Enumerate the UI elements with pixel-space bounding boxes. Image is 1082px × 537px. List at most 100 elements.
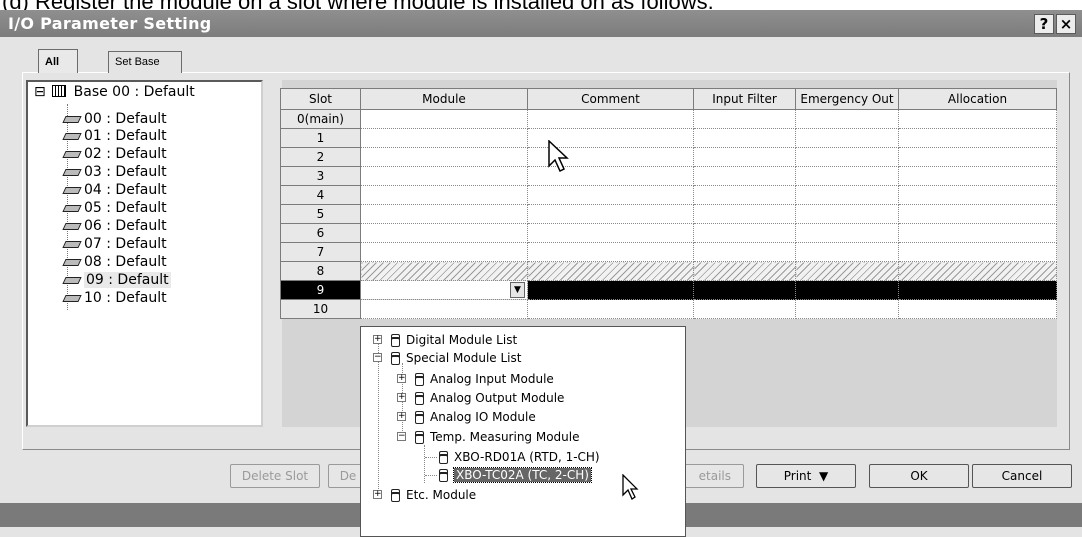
input-filter-cell[interactable] bbox=[693, 166, 796, 186]
column-header-emergency-out[interactable]: Emergency Out bbox=[795, 88, 899, 110]
emergency-out-cell[interactable] bbox=[795, 128, 899, 148]
allocation-cell[interactable] bbox=[898, 185, 1057, 205]
emergency-out-cell[interactable] bbox=[795, 299, 899, 319]
input-filter-cell[interactable] bbox=[693, 204, 796, 224]
tree-item-slot-03[interactable]: 03 : Default bbox=[62, 164, 167, 181]
cancel-button[interactable]: Cancel bbox=[972, 464, 1072, 488]
allocation-cell[interactable] bbox=[898, 166, 1057, 186]
comment-cell[interactable] bbox=[527, 242, 694, 262]
comment-cell[interactable] bbox=[527, 185, 694, 205]
tree-item-slot-07[interactable]: 07 : Default bbox=[62, 236, 167, 253]
allocation-cell[interactable] bbox=[898, 223, 1057, 243]
module-dropdown-list[interactable]: + Digital Module List − Special Module L… bbox=[360, 326, 686, 537]
input-filter-cell[interactable] bbox=[693, 242, 796, 262]
chevron-down-icon[interactable]: ▼ bbox=[510, 282, 525, 298]
collapse-icon[interactable]: ⊟ bbox=[34, 84, 46, 100]
allocation-cell[interactable] bbox=[898, 147, 1057, 167]
print-button[interactable]: Print ▼ bbox=[756, 464, 856, 488]
comment-cell[interactable] bbox=[527, 299, 694, 319]
column-header-slot[interactable]: Slot bbox=[280, 88, 361, 110]
expand-icon[interactable]: + bbox=[373, 490, 382, 499]
collapse-icon[interactable]: − bbox=[397, 432, 406, 441]
table-row[interactable]: 6 bbox=[280, 223, 1057, 243]
delete-slot-button[interactable]: Delete Slot bbox=[230, 464, 320, 488]
list-item-xbo-rd01a[interactable]: XBO-RD01A (RTD, 1-CH) bbox=[439, 448, 600, 466]
emergency-out-cell[interactable] bbox=[795, 242, 899, 262]
emergency-out-cell[interactable] bbox=[795, 166, 899, 186]
table-row[interactable]: 5 bbox=[280, 204, 1057, 224]
expand-icon[interactable]: + bbox=[397, 412, 406, 421]
allocation-cell[interactable] bbox=[898, 109, 1057, 129]
emergency-out-cell[interactable] bbox=[795, 185, 899, 205]
module-cell[interactable] bbox=[360, 242, 528, 262]
expand-icon[interactable]: + bbox=[373, 335, 382, 344]
emergency-out-cell[interactable] bbox=[795, 109, 899, 129]
allocation-cell[interactable] bbox=[898, 280, 1057, 300]
input-filter-cell[interactable] bbox=[693, 128, 796, 148]
list-item-special-module-list[interactable]: − Special Module List bbox=[373, 349, 521, 367]
table-row[interactable]: 10 bbox=[280, 299, 1057, 319]
module-cell[interactable] bbox=[360, 185, 528, 205]
emergency-out-cell[interactable] bbox=[795, 204, 899, 224]
expand-icon[interactable]: + bbox=[397, 393, 406, 402]
emergency-out-cell[interactable] bbox=[795, 223, 899, 243]
tab-all-base[interactable]: All Base bbox=[38, 49, 79, 92]
tree-item-slot-02[interactable]: 02 : Default bbox=[62, 146, 167, 163]
list-item-temp-measuring-module[interactable]: − Temp. Measuring Module bbox=[397, 428, 580, 446]
tree-item-slot-09[interactable]: 09 : Default bbox=[62, 272, 171, 289]
module-cell[interactable] bbox=[360, 299, 528, 319]
tree-item-slot-05[interactable]: 05 : Default bbox=[62, 200, 167, 217]
allocation-cell[interactable] bbox=[898, 204, 1057, 224]
allocation-cell[interactable] bbox=[898, 242, 1057, 262]
module-cell[interactable] bbox=[360, 109, 528, 129]
list-item-analog-input-module[interactable]: + Analog Input Module bbox=[397, 370, 554, 388]
input-filter-cell[interactable] bbox=[693, 280, 796, 300]
expand-icon[interactable]: + bbox=[397, 374, 406, 383]
input-filter-cell[interactable] bbox=[693, 299, 796, 319]
tree-item-slot-01[interactable]: 01 : Default bbox=[62, 128, 167, 145]
module-cell[interactable] bbox=[360, 204, 528, 224]
input-filter-cell[interactable] bbox=[693, 223, 796, 243]
input-filter-cell[interactable] bbox=[693, 109, 796, 129]
emergency-out-cell[interactable] bbox=[795, 280, 899, 300]
tree-item-slot-00[interactable]: 00 : Default bbox=[62, 111, 167, 128]
column-header-module[interactable]: Module bbox=[360, 88, 528, 110]
collapse-icon[interactable]: − bbox=[373, 353, 382, 362]
emergency-out-cell[interactable] bbox=[795, 147, 899, 167]
list-item-etc-module[interactable]: + Etc. Module bbox=[373, 486, 476, 504]
list-item-analog-io-module[interactable]: + Analog IO Module bbox=[397, 408, 536, 426]
allocation-cell[interactable] bbox=[898, 128, 1057, 148]
comment-cell[interactable] bbox=[527, 109, 694, 129]
table-row[interactable]: 7 bbox=[280, 242, 1057, 262]
input-filter-cell[interactable] bbox=[693, 185, 796, 205]
column-header-input-filter[interactable]: Input Filter bbox=[693, 88, 796, 110]
base-tree[interactable]: ⊟ Base 00 : Default 00 : Default 01 : De… bbox=[26, 80, 263, 427]
ok-button[interactable]: OK bbox=[869, 464, 969, 488]
table-row[interactable]: 1 bbox=[280, 128, 1057, 148]
table-row[interactable]: 3 bbox=[280, 166, 1057, 186]
comment-cell[interactable] bbox=[527, 204, 694, 224]
tab-set-base[interactable]: Set Base bbox=[108, 51, 182, 73]
table-row[interactable]: 0(main) bbox=[280, 109, 1057, 129]
column-header-allocation[interactable]: Allocation bbox=[898, 88, 1057, 110]
tree-item-slot-08[interactable]: 08 : Default bbox=[62, 254, 167, 271]
table-row[interactable]: 4 bbox=[280, 185, 1057, 205]
close-button[interactable]: × bbox=[1056, 14, 1076, 34]
input-filter-cell[interactable] bbox=[693, 147, 796, 167]
help-button[interactable]: ? bbox=[1034, 14, 1054, 34]
table-row[interactable]: 2 bbox=[280, 147, 1057, 167]
table-row-selected[interactable]: 9 ▼ bbox=[280, 280, 1057, 300]
column-header-comment[interactable]: Comment bbox=[527, 88, 694, 110]
comment-cell[interactable] bbox=[527, 223, 694, 243]
module-dropdown[interactable]: ▼ bbox=[360, 280, 528, 300]
module-cell[interactable] bbox=[360, 166, 528, 186]
tree-item-slot-04[interactable]: 04 : Default bbox=[62, 182, 167, 199]
module-cell[interactable] bbox=[360, 128, 528, 148]
list-item-xbo-tc02a[interactable]: XBO-TC02A (TC, 2-CH) bbox=[439, 466, 592, 484]
comment-cell[interactable] bbox=[527, 280, 694, 300]
list-item-analog-output-module[interactable]: + Analog Output Module bbox=[397, 389, 564, 407]
list-item-digital-module-list[interactable]: + Digital Module List bbox=[373, 331, 517, 349]
allocation-cell[interactable] bbox=[898, 299, 1057, 319]
tree-item-slot-06[interactable]: 06 : Default bbox=[62, 218, 167, 235]
tree-item-slot-10[interactable]: 10 : Default bbox=[62, 290, 167, 307]
